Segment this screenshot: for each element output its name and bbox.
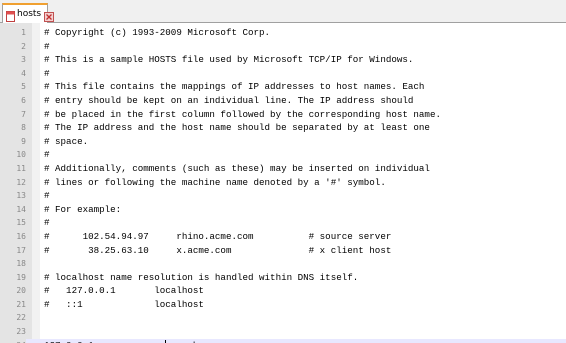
line-number: 2	[21, 41, 26, 51]
line-number: 21	[16, 299, 26, 309]
line-text: # Copyright (c) 1993-2009 Microsoft Corp…	[44, 27, 271, 38]
file-icon	[6, 9, 15, 22]
editor-line[interactable]: 7 # be placed in the first column followe…	[0, 108, 566, 122]
line-text: # entry should be kept on an individual …	[44, 94, 414, 106]
editor-line[interactable]: 18	[0, 257, 566, 271]
tab-hosts[interactable]: hosts	[2, 3, 55, 23]
line-number: 18	[16, 259, 26, 269]
line-number: 23	[16, 327, 26, 337]
editor-line[interactable]: 22	[0, 311, 566, 325]
editor-line[interactable]: 11 # Additionally, comments (such as thes…	[0, 162, 566, 176]
line-text: # 102.54.94.97 rhino.acme.com # source s…	[44, 230, 392, 242]
line-number: 11	[16, 163, 26, 173]
line-number: 4	[21, 68, 26, 78]
text-editor[interactable]: 1 # Copyright (c) 1993-2009 Microsoft Cor…	[0, 23, 566, 343]
line-number: 20	[16, 286, 26, 296]
line-number: 6	[21, 95, 26, 105]
editor-line[interactable]: 21 # ::1 localhost	[0, 298, 566, 312]
line-number: 3	[21, 55, 26, 65]
editor-line[interactable]: 19 # localhost name resolution is handled…	[0, 271, 566, 285]
line-number: 5	[21, 82, 26, 92]
editor-line[interactable]: 9 # space.	[0, 135, 566, 149]
line-text: #	[44, 190, 50, 202]
editor-line[interactable]: 14 # For example:	[0, 203, 566, 217]
notepad-plus-plus-window: hosts 1 # Copyright (c) 1993-2009 Microso…	[0, 0, 566, 343]
line-text: # localhost name resolution is handled w…	[44, 271, 359, 283]
editor-line[interactable]: 1 # Copyright (c) 1993-2009 Microsoft Cor…	[0, 26, 566, 40]
line-text: #	[44, 217, 50, 229]
tab-label: hosts	[17, 9, 42, 19]
line-text: # The IP address and the host name shoul…	[44, 122, 430, 134]
line-text: # be placed in the first column followed…	[44, 108, 441, 120]
line-text: # lines or following the machine name de…	[44, 176, 386, 188]
editor-line[interactable]: 6 # entry should be kept on an individual…	[0, 94, 566, 108]
line-text: # This is a sample HOSTS file used by Mi…	[44, 54, 414, 66]
editor-lines: 1 # Copyright (c) 1993-2009 Microsoft Cor…	[0, 26, 566, 343]
line-number: 16	[16, 231, 26, 241]
line-number: 22	[16, 313, 26, 323]
editor-line[interactable]: 16 # 102.54.94.97 rhino.acme.com # source…	[0, 230, 566, 244]
line-text: # This file contains the mappings of IP …	[44, 81, 425, 93]
line-text: #	[44, 40, 50, 52]
line-number: 14	[16, 204, 26, 214]
line-number: 15	[16, 218, 26, 228]
line-text: # ::1 localhost	[44, 298, 204, 310]
line-text: 127.0.0.1 mygroupshareserver.com	[44, 339, 270, 343]
editor-line[interactable]: 13 #	[0, 189, 566, 203]
text-cursor	[165, 339, 166, 343]
editor-line[interactable]: 10 #	[0, 148, 566, 162]
line-number: 17	[16, 245, 26, 255]
tab-bar: hosts	[0, 0, 566, 23]
editor-line[interactable]: 15 #	[0, 216, 566, 230]
line-text: # Additionally, comments (such as these)…	[44, 162, 430, 174]
line-number: 1	[21, 28, 26, 37]
line-text: # space.	[44, 135, 89, 147]
editor-line[interactable]: 23	[0, 325, 566, 339]
editor-line[interactable]: 3 # This is a sample HOSTS file used by M…	[0, 53, 566, 67]
close-icon[interactable]	[44, 9, 55, 22]
editor-line[interactable]: 4 #	[0, 67, 566, 81]
line-number: 24	[0, 338, 26, 343]
line-number: 9	[21, 136, 26, 146]
editor-line[interactable]: 12 # lines or following the machine name …	[0, 176, 566, 190]
editor-line[interactable]: 2 #	[0, 40, 566, 54]
line-text: #	[44, 67, 50, 79]
line-number: 12	[16, 177, 26, 187]
line-text: #	[44, 149, 50, 161]
line-text: # 38.25.63.10 x.acme.com # x client host	[44, 244, 392, 256]
editor-line[interactable]: 17 # 38.25.63.10 x.acme.com # x client ho…	[0, 244, 566, 258]
line-text: # For example:	[44, 203, 122, 215]
line-number: 10	[16, 150, 26, 160]
line-number: 19	[16, 272, 26, 282]
line-number: 8	[21, 123, 26, 133]
editor-line[interactable]: 8 # The IP address and the host name shou…	[0, 121, 566, 135]
editor-line[interactable]: 20 # 127.0.0.1 localhost	[0, 284, 566, 298]
editor-line[interactable]: 5 # This file contains the mappings of IP…	[0, 80, 566, 94]
line-number: 7	[21, 109, 26, 119]
line-number: 13	[16, 191, 26, 201]
editor-line-current[interactable]: 24 127.0.0.1 mygroupshareserver.com	[0, 338, 566, 343]
line-text: # 127.0.0.1 localhost	[44, 285, 204, 297]
